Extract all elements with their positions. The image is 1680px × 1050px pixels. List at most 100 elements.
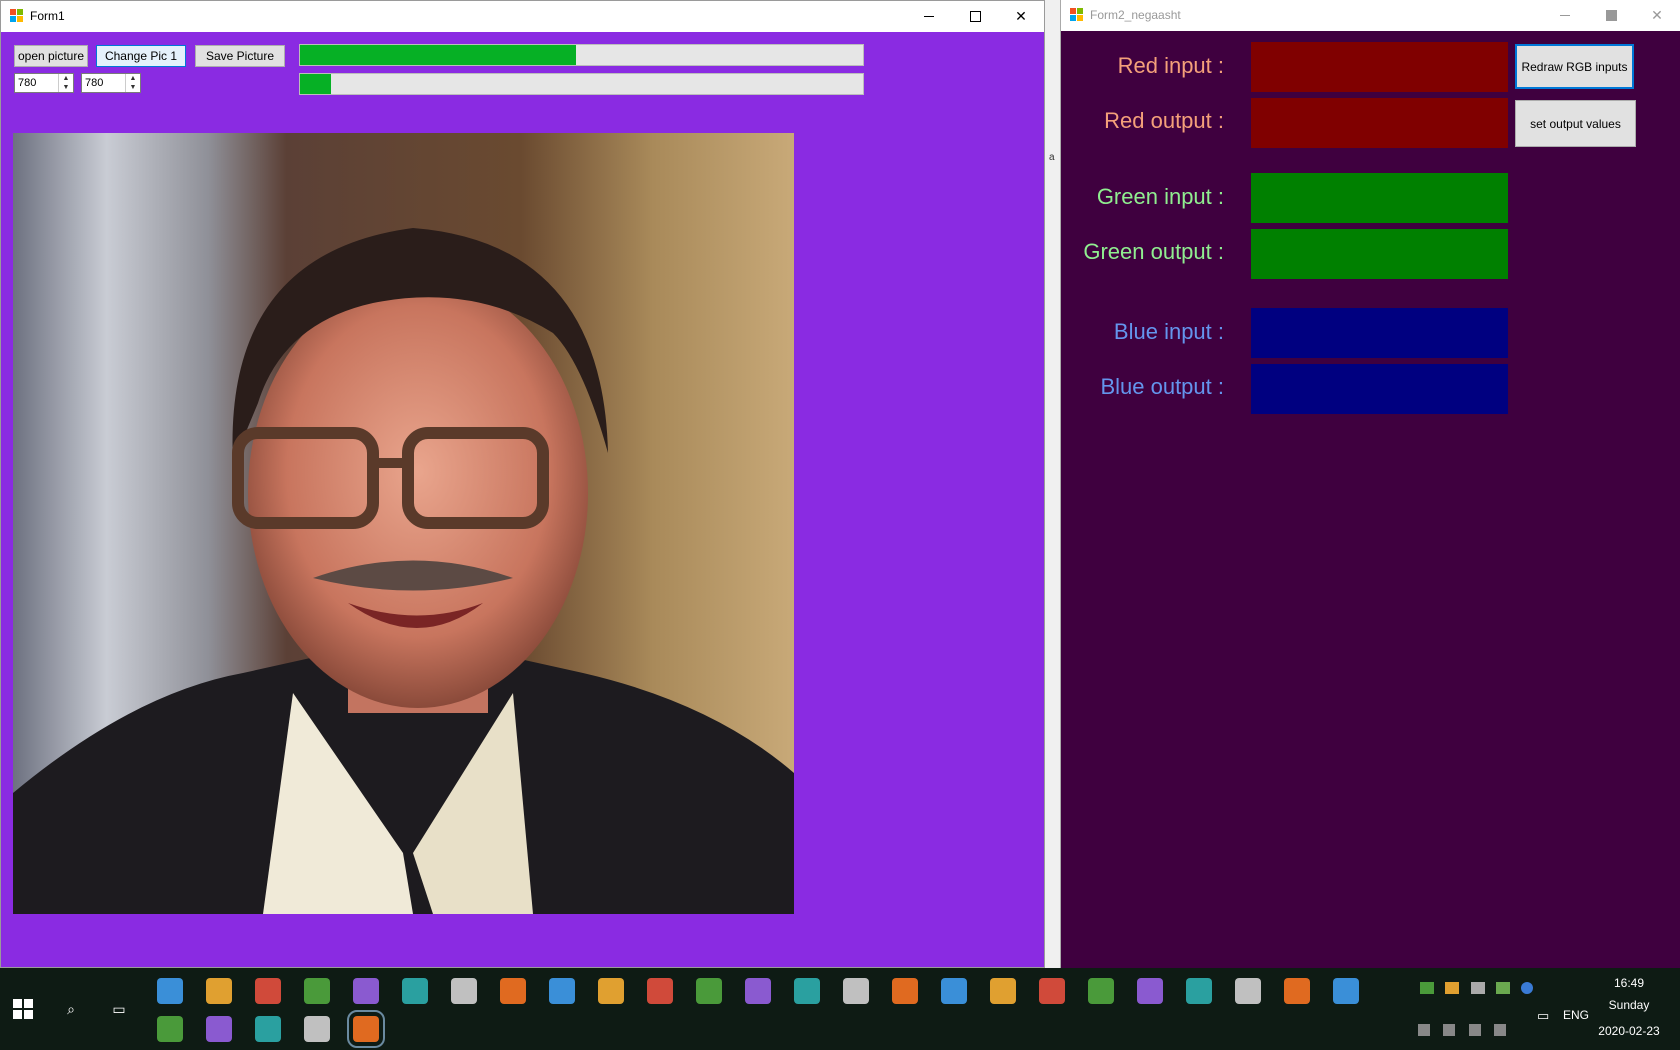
height-stepper-arrows[interactable]: ▲ ▼ [125, 74, 140, 92]
tray-app-icon[interactable] [1445, 982, 1460, 994]
minimize-icon[interactable] [906, 1, 952, 31]
app-icon[interactable] [304, 978, 330, 1004]
green-output-label: Green output : [1083, 239, 1224, 264]
start-icon[interactable] [10, 996, 36, 1022]
edge-icon[interactable] [1333, 978, 1359, 1004]
set-output-values-button[interactable]: set output values [1515, 100, 1636, 147]
app-icon[interactable] [1137, 978, 1163, 1004]
open-picture-button[interactable]: open picture [14, 45, 88, 67]
media-player-icon[interactable] [353, 978, 379, 1004]
onedrive-icon[interactable] [1443, 1024, 1456, 1036]
form1-title: Form1 [30, 9, 65, 23]
blue-output-swatch [1251, 364, 1508, 414]
edge-e-icon[interactable] [402, 978, 428, 1004]
taskbar: ⌕ ▭ ▭ ENG 16:49 Sunday 2020-02-23 [0, 968, 1680, 1050]
notification-icon[interactable]: ▭ [1537, 1008, 1549, 1024]
form2-titlebar[interactable]: Form2_negaasht ✕ [1061, 0, 1680, 30]
redraw-rgb-button[interactable]: Redraw RGB inputs [1515, 44, 1634, 89]
picture-box [13, 133, 794, 914]
progress-fill-1 [300, 45, 576, 65]
width-stepper[interactable]: 780 ▲ ▼ [14, 73, 74, 93]
firefox-icon[interactable] [157, 1016, 183, 1042]
form1-window: Form1 ✕ open picture Change Pic 1 Save P… [0, 0, 1045, 968]
chevron-down-icon[interactable]: ▼ [59, 83, 73, 92]
height-value: 780 [85, 77, 104, 89]
close-icon[interactable]: ✕ [1634, 0, 1680, 30]
change-pic-button[interactable]: Change Pic 1 [96, 45, 186, 67]
progress-bar-2 [299, 73, 864, 95]
app-icon[interactable] [304, 1016, 330, 1042]
calculator-icon[interactable] [696, 978, 722, 1004]
office-icon[interactable] [500, 978, 526, 1004]
portrait-photo [13, 133, 794, 914]
blue-input-label: Blue input : [1113, 319, 1224, 344]
csharp-icon[interactable] [206, 1016, 232, 1042]
tray-app-icon[interactable] [1496, 982, 1511, 994]
display-icon[interactable] [1468, 1024, 1481, 1036]
maximize-icon[interactable] [952, 1, 998, 31]
width-stepper-arrows[interactable]: ▲ ▼ [58, 74, 73, 92]
app-icon[interactable] [892, 978, 918, 1004]
app-icon[interactable] [1088, 978, 1114, 1004]
app-icon[interactable] [794, 978, 820, 1004]
search-icon[interactable]: ⌕ [58, 996, 84, 1022]
form-app-icon [1070, 8, 1084, 22]
app-icon[interactable] [549, 978, 575, 1004]
piano-icon[interactable] [941, 978, 967, 1004]
app-icon[interactable] [157, 978, 183, 1004]
volume-icon[interactable] [1494, 1024, 1507, 1036]
app-icon[interactable] [1284, 978, 1310, 1004]
form-app-icon [10, 9, 24, 23]
form1-client: open picture Change Pic 1 Save Picture 7… [1, 32, 1044, 967]
task-view-icon[interactable]: ▭ [106, 996, 132, 1022]
app-icon[interactable] [1039, 978, 1065, 1004]
tray-app-icon[interactable] [1470, 982, 1485, 994]
red-input-swatch [1251, 42, 1508, 92]
form-app-icon[interactable] [347, 1010, 385, 1048]
app-icon[interactable] [990, 978, 1016, 1004]
form1-titlebar[interactable]: Form1 ✕ [1, 1, 1044, 31]
strip-label: a [1049, 152, 1055, 163]
form2-window: Form2_negaasht ✕ Red input : Redraw RGB … [1060, 0, 1680, 968]
green-output-swatch [1251, 229, 1508, 279]
app-icon[interactable] [745, 978, 771, 1004]
app-icon[interactable] [598, 978, 624, 1004]
app-icon[interactable] [451, 978, 477, 1004]
blue-input-swatch [1251, 308, 1508, 358]
close-icon[interactable]: ✕ [998, 1, 1044, 31]
background-window-strip: a [1045, 0, 1060, 968]
green-input-swatch [1251, 173, 1508, 223]
chevron-up-icon[interactable]: ▲ [126, 74, 140, 83]
browser-icon[interactable] [843, 978, 869, 1004]
maximize-icon[interactable] [1588, 0, 1634, 30]
height-stepper[interactable]: 780 ▲ ▼ [81, 73, 141, 93]
network-icon[interactable] [1418, 1024, 1430, 1036]
file-explorer-icon[interactable] [255, 1016, 281, 1042]
app-icon[interactable] [1186, 978, 1212, 1004]
tray-row2[interactable] [1418, 1024, 1507, 1039]
gimp-icon[interactable] [255, 978, 281, 1004]
form2-client: Red input : Redraw RGB inputs Red output… [1061, 31, 1680, 968]
progress-bar-1 [299, 44, 864, 66]
tray-app-icon[interactable] [1420, 982, 1434, 994]
clock-date[interactable]: 2020-02-23 [1590, 1024, 1668, 1038]
progress-fill-2 [300, 74, 331, 94]
file-icon[interactable] [647, 978, 673, 1004]
clock-day[interactable]: Sunday [1590, 998, 1668, 1012]
clock-time[interactable]: 16:49 [1590, 976, 1668, 990]
width-value: 780 [18, 77, 37, 89]
vlc-icon[interactable] [1235, 978, 1261, 1004]
language-indicator[interactable]: ENG [1563, 1008, 1589, 1022]
red-output-label: Red output : [1104, 108, 1224, 133]
vscode-icon[interactable] [206, 978, 232, 1004]
save-picture-button[interactable]: Save Picture [195, 45, 285, 67]
blue-output-label: Blue output : [1100, 374, 1224, 399]
minimize-icon[interactable] [1542, 0, 1588, 30]
tray-icons[interactable] [1420, 982, 1534, 997]
red-output-swatch [1251, 98, 1508, 148]
chevron-up-icon[interactable]: ▲ [59, 74, 73, 83]
red-input-label: Red input : [1117, 53, 1224, 78]
info-icon[interactable] [1521, 982, 1534, 994]
form2-title: Form2_negaasht [1090, 8, 1181, 22]
chevron-down-icon[interactable]: ▼ [126, 83, 140, 92]
